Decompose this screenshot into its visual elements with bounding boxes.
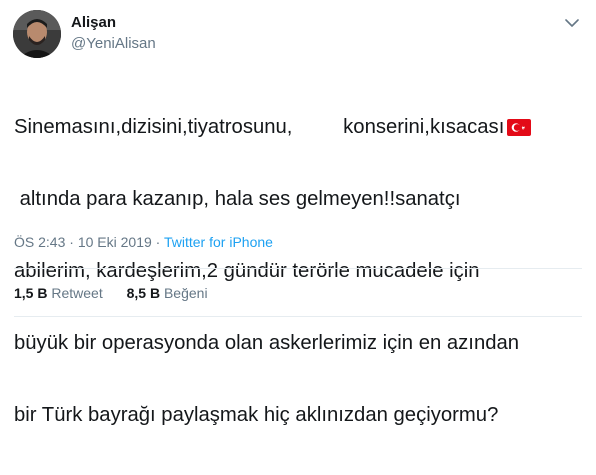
tweet-text-line: bir Türk bayrağı paylaşmak hiç aklınızda… — [14, 404, 499, 426]
like-label: Beğeni — [163, 285, 208, 301]
display-name[interactable]: Alişan — [71, 14, 116, 31]
user-handle[interactable]: @YeniAlisan — [71, 35, 156, 52]
retweet-label: Retweet — [51, 285, 103, 301]
tweet-text-line: büyük bir operasyonda olan askerlerimiz … — [14, 332, 520, 354]
tweet-text-line: abilerim, kardeşlerim,2 gündür terörle m… — [14, 260, 480, 282]
divider — [14, 316, 582, 317]
divider — [14, 268, 582, 269]
tweet-meta: ÖS 2:43 · 10 Eki 2019 · Twitter for iPho… — [14, 234, 273, 250]
tweet-text-line: Sinemasını,dizisini,tiyatrosunu, konseri… — [14, 115, 584, 139]
retweet-stat[interactable]: 1,5 B Retweet — [14, 285, 103, 301]
chevron-down-icon[interactable] — [563, 14, 581, 32]
turkey-flag-icon — [507, 118, 532, 136]
source-link[interactable]: Twitter for iPhone — [164, 234, 273, 250]
tweet-text: Sinemasını,dizisini,tiyatrosunu, konseri… — [14, 67, 584, 475]
like-count: 8,5 B — [126, 285, 161, 301]
tweet-time[interactable]: ÖS 2:43 — [14, 234, 65, 250]
tweet-text-line: altında para kazanıp, hala ses gelmeyen!… — [14, 188, 461, 210]
retweet-count: 1,5 B — [14, 285, 48, 301]
tweet-card: Alişan @YeniAlisan Sinemasını,dizisini,t… — [0, 0, 596, 426]
meta-separator: · — [65, 234, 78, 250]
avatar-photo — [13, 10, 61, 58]
like-stat[interactable]: 8,5 B Beğeni — [127, 285, 208, 301]
tweet-stats: 1,5 B Retweet 8,5 B Beğeni — [14, 285, 208, 301]
avatar[interactable] — [13, 10, 61, 58]
meta-separator: · — [151, 234, 164, 250]
tweet-date[interactable]: 10 Eki 2019 — [78, 234, 152, 250]
